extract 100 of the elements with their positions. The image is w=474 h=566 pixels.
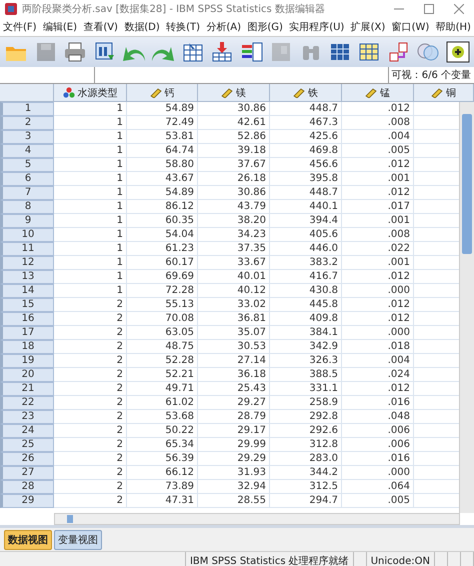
table-cell: 430.8: [270, 284, 342, 298]
table-cell: .018: [342, 340, 414, 354]
table-cell: 70.08: [127, 312, 198, 326]
table-cell: 456.6: [270, 158, 342, 172]
row-number[interactable]: 4: [0, 144, 54, 158]
table-cell: 1: [54, 242, 127, 256]
menu-item[interactable]: 数据(D): [124, 20, 160, 34]
column-header[interactable]: 锰: [342, 84, 414, 101]
menu-item[interactable]: 转换(T): [166, 20, 200, 34]
column-header[interactable]: 钙: [127, 84, 198, 101]
table-cell: .005: [342, 144, 414, 158]
app-icon: [4, 2, 18, 16]
table-cell: 416.7: [270, 270, 342, 284]
table-cell: .008: [342, 228, 414, 242]
maximize-icon[interactable]: [424, 4, 434, 14]
table-cell: 258.9: [270, 396, 342, 410]
menu-item[interactable]: 文件(F): [3, 20, 37, 34]
table-cell: .008: [342, 116, 414, 130]
row-number[interactable]: 21: [0, 382, 54, 396]
table-cell: 58.80: [127, 158, 198, 172]
vertical-scrollbar[interactable]: [459, 102, 474, 513]
table-cell: 2: [54, 452, 127, 466]
horizontal-scrollbar[interactable]: [54, 513, 460, 525]
row-number[interactable]: 15: [0, 298, 54, 312]
table-cell: 54.89: [127, 102, 198, 116]
row-number[interactable]: 19: [0, 354, 54, 368]
row-number[interactable]: 3: [0, 130, 54, 144]
row-number[interactable]: 7: [0, 186, 54, 200]
row-number[interactable]: 12: [0, 256, 54, 270]
ruler-icon: [431, 87, 443, 98]
table-cell: .016: [342, 396, 414, 410]
table-cell: .001: [342, 172, 414, 186]
menu-item[interactable]: 编辑(E): [42, 20, 77, 34]
row-number[interactable]: 27: [0, 466, 54, 480]
table-cell: 2: [54, 298, 127, 312]
menu-item[interactable]: 扩展(X): [350, 20, 386, 34]
row-number[interactable]: 2: [0, 116, 54, 130]
table-cell: .024: [342, 368, 414, 382]
row-number[interactable]: 22: [0, 396, 54, 410]
menu-item[interactable]: 实用程序(U): [289, 20, 344, 34]
table-cell: .022: [342, 242, 414, 256]
table-cell: 29.99: [198, 438, 270, 452]
table-cell: 1: [54, 158, 127, 172]
table-cell: 445.8: [270, 298, 342, 312]
table-cell: 39.18: [198, 144, 270, 158]
table-cell: 2: [54, 480, 127, 494]
row-number[interactable]: 8: [0, 200, 54, 214]
table-cell: 2: [54, 438, 127, 452]
menu-item[interactable]: 窗口(W): [392, 20, 430, 34]
view-tab[interactable]: 数据视图: [4, 530, 52, 550]
table-cell: 53.68: [127, 410, 198, 424]
table-cell: 33.02: [198, 298, 270, 312]
row-number[interactable]: 18: [0, 340, 54, 354]
nominal-measure-icon: [62, 87, 74, 98]
column-header[interactable]: 水源类型: [54, 84, 127, 101]
table-cell: 405.6: [270, 228, 342, 242]
row-number[interactable]: 16: [0, 312, 54, 326]
table-cell: 61.02: [127, 396, 198, 410]
row-number[interactable]: 9: [0, 214, 54, 228]
table-cell: 1: [54, 130, 127, 144]
row-number[interactable]: 1: [0, 102, 54, 116]
ruler-icon: [221, 87, 233, 98]
table-cell: 54.89: [127, 186, 198, 200]
row-number[interactable]: 26: [0, 452, 54, 466]
row-number[interactable]: 24: [0, 424, 54, 438]
row-number[interactable]: 28: [0, 480, 54, 494]
table-cell: 2: [54, 382, 127, 396]
table-cell: .017: [342, 200, 414, 214]
table-cell: 48.75: [127, 340, 198, 354]
row-number[interactable]: 5: [0, 158, 54, 172]
column-header[interactable]: 铜: [414, 84, 474, 101]
menu-item[interactable]: 图形(G): [247, 20, 283, 34]
table-cell: .012: [342, 102, 414, 116]
row-number[interactable]: 20: [0, 368, 54, 382]
table-cell: 69.69: [127, 270, 198, 284]
row-number[interactable]: 23: [0, 410, 54, 424]
close-icon[interactable]: [454, 4, 464, 14]
table-cell: 1: [54, 284, 127, 298]
menu-item[interactable]: 分析(A): [206, 20, 241, 34]
table-cell: 43.79: [198, 200, 270, 214]
unicode-status: Unicode:ON: [366, 552, 435, 566]
row-number[interactable]: 11: [0, 242, 54, 256]
column-header[interactable]: 镁: [198, 84, 270, 101]
table-cell: 1: [54, 116, 127, 130]
column-header[interactable]: 铁: [270, 84, 342, 101]
view-tab[interactable]: 变量视图: [54, 530, 102, 550]
row-number[interactable]: 6: [0, 172, 54, 186]
menu-item[interactable]: 查看(V): [83, 20, 118, 34]
row-number[interactable]: 13: [0, 270, 54, 284]
table-cell: .004: [342, 354, 414, 368]
table-cell: 2: [54, 396, 127, 410]
table-cell: 283.0: [270, 452, 342, 466]
table-cell: 2: [54, 354, 127, 368]
row-number[interactable]: 10: [0, 228, 54, 242]
row-number[interactable]: 25: [0, 438, 54, 452]
row-number[interactable]: 14: [0, 284, 54, 298]
menu-item[interactable]: 帮助(H): [436, 20, 471, 34]
row-number[interactable]: 29: [0, 494, 54, 508]
row-number[interactable]: 17: [0, 326, 54, 340]
table-cell: .012: [342, 270, 414, 284]
